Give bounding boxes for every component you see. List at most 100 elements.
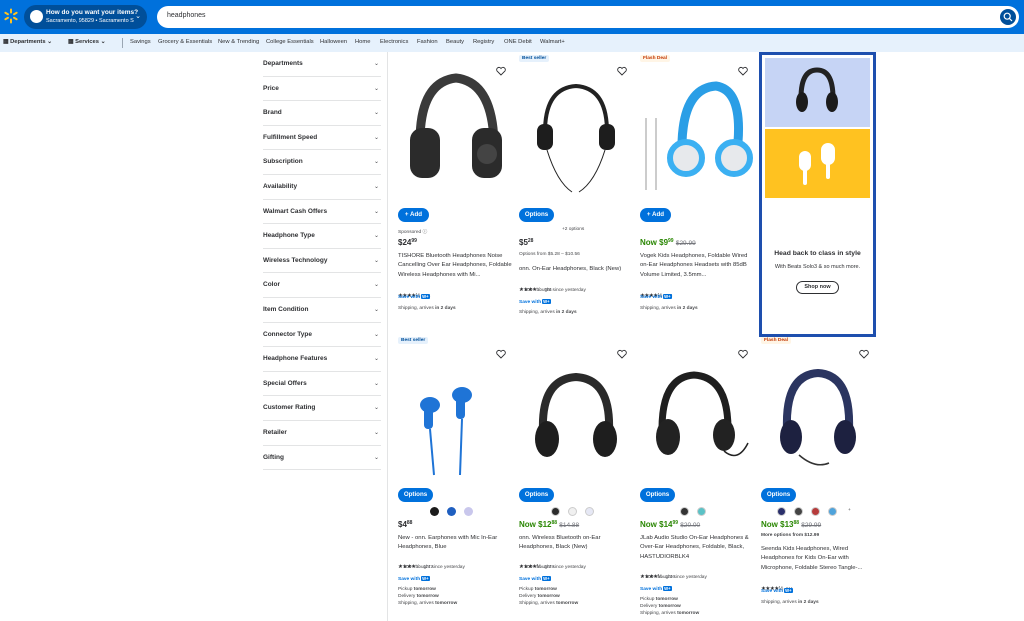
- nav-link-home[interactable]: Home: [355, 39, 370, 45]
- nav-link-grocery[interactable]: Grocery & Essentials: [158, 39, 212, 45]
- options-button[interactable]: Options: [519, 488, 554, 502]
- shipping-info: Shipping, arrives tomorrow: [519, 601, 579, 606]
- product-image[interactable]: [638, 62, 756, 210]
- heart-icon[interactable]: [738, 66, 748, 76]
- color-swatch-navy[interactable]: [777, 507, 786, 516]
- color-swatch-blue[interactable]: [828, 507, 837, 516]
- filter-wireless-technology[interactable]: Wireless Technology ⌄: [263, 249, 381, 274]
- save-with-walmart-plus[interactable]: Save with W+: [519, 299, 551, 305]
- filter-departments[interactable]: Departments ⌄: [263, 52, 381, 77]
- ad-image-earbuds: [765, 129, 870, 198]
- product-card[interactable]: Options Now $1499 $20.00 JLab Audio Stud…: [638, 345, 756, 621]
- filter-fulfillment-speed[interactable]: Fulfillment Speed ⌄: [263, 126, 381, 151]
- heart-icon[interactable]: [738, 349, 748, 359]
- add-to-cart-button[interactable]: + Add: [640, 208, 671, 222]
- filter-special-offers[interactable]: Special Offers ⌄: [263, 372, 381, 397]
- color-swatch-lavender[interactable]: [585, 507, 594, 516]
- product-card[interactable]: Flash Deal Options + Now $1388 $29.99 Mo…: [759, 337, 877, 621]
- heart-icon[interactable]: [859, 349, 869, 359]
- save-with-walmart-plus[interactable]: Save with W+: [640, 586, 672, 592]
- walmart-spark-logo[interactable]: [3, 8, 19, 24]
- product-title[interactable]: JLab Audio Studio On-Ear Headphones & Ov…: [640, 534, 754, 562]
- fulfillment-info: Shipping, arrives in 2 days: [640, 306, 698, 311]
- nav-link-electronics[interactable]: Electronics: [380, 39, 408, 45]
- product-price: Now $999 $29.99: [640, 238, 696, 247]
- filter-price[interactable]: Price ⌄: [263, 77, 381, 102]
- save-with-walmart-plus[interactable]: Save with W+: [640, 294, 672, 300]
- more-swatches-link[interactable]: +: [848, 508, 851, 513]
- product-image[interactable]: [396, 62, 514, 210]
- nav-link-walmart-plus[interactable]: Walmart+: [540, 39, 565, 45]
- product-card[interactable]: Flash Deal + Add Now $999 $29.99 Vogek K…: [638, 55, 756, 322]
- nav-link-fashion[interactable]: Fashion: [417, 39, 438, 45]
- nav-link-registry[interactable]: Registry: [473, 39, 494, 45]
- filter-brand[interactable]: Brand ⌄: [263, 101, 381, 126]
- product-title[interactable]: Vogek Kids Headphones, Foldable Wired on…: [640, 252, 754, 280]
- departments-menu[interactable]: ▦ Departments ⌄: [3, 39, 52, 45]
- options-button[interactable]: Options: [761, 488, 796, 502]
- color-swatch-black[interactable]: [551, 507, 560, 516]
- search-button[interactable]: [1000, 9, 1016, 25]
- nav-link-halloween[interactable]: Halloween: [320, 39, 347, 45]
- color-swatch-blue[interactable]: [447, 507, 456, 516]
- filter-customer-rating[interactable]: Customer Rating ⌄: [263, 396, 381, 421]
- filter-subscription[interactable]: Subscription ⌄: [263, 150, 381, 175]
- color-swatch-lavender[interactable]: [464, 507, 473, 516]
- options-button[interactable]: Options: [398, 488, 433, 502]
- more-options-link[interactable]: +2 options: [562, 227, 584, 232]
- filter-gifting[interactable]: Gifting ⌄: [263, 446, 381, 471]
- product-image[interactable]: [638, 345, 756, 493]
- product-image[interactable]: [517, 62, 635, 210]
- nav-link-one-debit[interactable]: ONE Debit: [504, 39, 532, 45]
- product-card[interactable]: Options Now $1288 $14.88 onn. Wireless B…: [517, 345, 635, 621]
- filter-retailer[interactable]: Retailer ⌄: [263, 421, 381, 446]
- nav-link-new-trending[interactable]: New & Trending: [218, 39, 259, 45]
- nav-link-beauty[interactable]: Beauty: [446, 39, 464, 45]
- nav-link-college[interactable]: College Essentials: [266, 39, 314, 45]
- product-title[interactable]: onn. Wireless Bluetooth on-Ear Headphone…: [519, 534, 633, 553]
- heart-icon[interactable]: [496, 349, 506, 359]
- color-swatch-black[interactable]: [680, 507, 689, 516]
- product-card[interactable]: + Add Sponsored ⓘ $2499 TISHORE Bluetoot…: [396, 62, 514, 322]
- sponsored-ad-panel[interactable]: Head back to class in style With Beats S…: [759, 52, 876, 337]
- options-button[interactable]: Options: [640, 488, 675, 502]
- search-input[interactable]: headphones: [167, 12, 206, 19]
- search-bar[interactable]: headphones: [157, 6, 1019, 28]
- product-image[interactable]: [517, 345, 635, 493]
- filter-availability[interactable]: Availability ⌄: [263, 175, 381, 200]
- services-menu[interactable]: ▦ Services ⌄: [68, 39, 105, 45]
- save-with-walmart-plus[interactable]: Save with W+: [761, 588, 793, 594]
- heart-icon[interactable]: [617, 66, 627, 76]
- product-title[interactable]: Seenda Kids Headphones, Wired Headphones…: [761, 545, 875, 573]
- product-image[interactable]: [759, 345, 877, 493]
- nav-link-savings[interactable]: Savings: [130, 39, 151, 45]
- save-with-walmart-plus[interactable]: Save with W+: [398, 576, 430, 582]
- product-title[interactable]: New - onn. Earphones with Mic In-Ear Hea…: [398, 534, 512, 553]
- add-to-cart-button[interactable]: + Add: [398, 208, 429, 222]
- info-icon[interactable]: ⓘ: [423, 230, 428, 235]
- filter-item-condition[interactable]: Item Condition ⌄: [263, 298, 381, 323]
- product-title[interactable]: TISHORE Bluetooth Headphones Noise Cance…: [398, 252, 512, 280]
- color-swatch-teal[interactable]: [697, 507, 706, 516]
- options-button[interactable]: Options: [519, 208, 554, 222]
- filter-headphone-type[interactable]: Headphone Type ⌄: [263, 224, 381, 249]
- shop-now-button[interactable]: Shop now: [796, 281, 839, 294]
- color-swatch-white[interactable]: [568, 507, 577, 516]
- product-card[interactable]: Best seller Options $488 New - onn. Earp…: [396, 337, 514, 621]
- color-swatch-black[interactable]: [430, 507, 439, 516]
- product-title[interactable]: onn. On-Ear Headphones, Black (New): [519, 265, 633, 274]
- product-image[interactable]: [396, 345, 514, 493]
- filter-walmart-cash[interactable]: Walmart Cash Offers ⌄: [263, 200, 381, 225]
- color-swatch-red[interactable]: [811, 507, 820, 516]
- color-swatch-black[interactable]: [794, 507, 803, 516]
- filter-connector-type[interactable]: Connector Type ⌄: [263, 323, 381, 348]
- heart-icon[interactable]: [617, 349, 627, 359]
- heart-icon[interactable]: [496, 66, 506, 76]
- fulfillment-selector[interactable]: How do you want your items? Sacramento, …: [24, 5, 147, 29]
- product-card[interactable]: Best seller Options +2 options $528 Opti…: [517, 55, 635, 322]
- filter-headphone-features[interactable]: Headphone Features ⌄: [263, 347, 381, 372]
- save-with-walmart-plus[interactable]: Save with W+: [398, 294, 430, 300]
- pickup-info: Pickup tomorrow: [519, 587, 557, 592]
- filter-color[interactable]: Color ⌄: [263, 273, 381, 298]
- save-with-walmart-plus[interactable]: Save with W+: [519, 576, 551, 582]
